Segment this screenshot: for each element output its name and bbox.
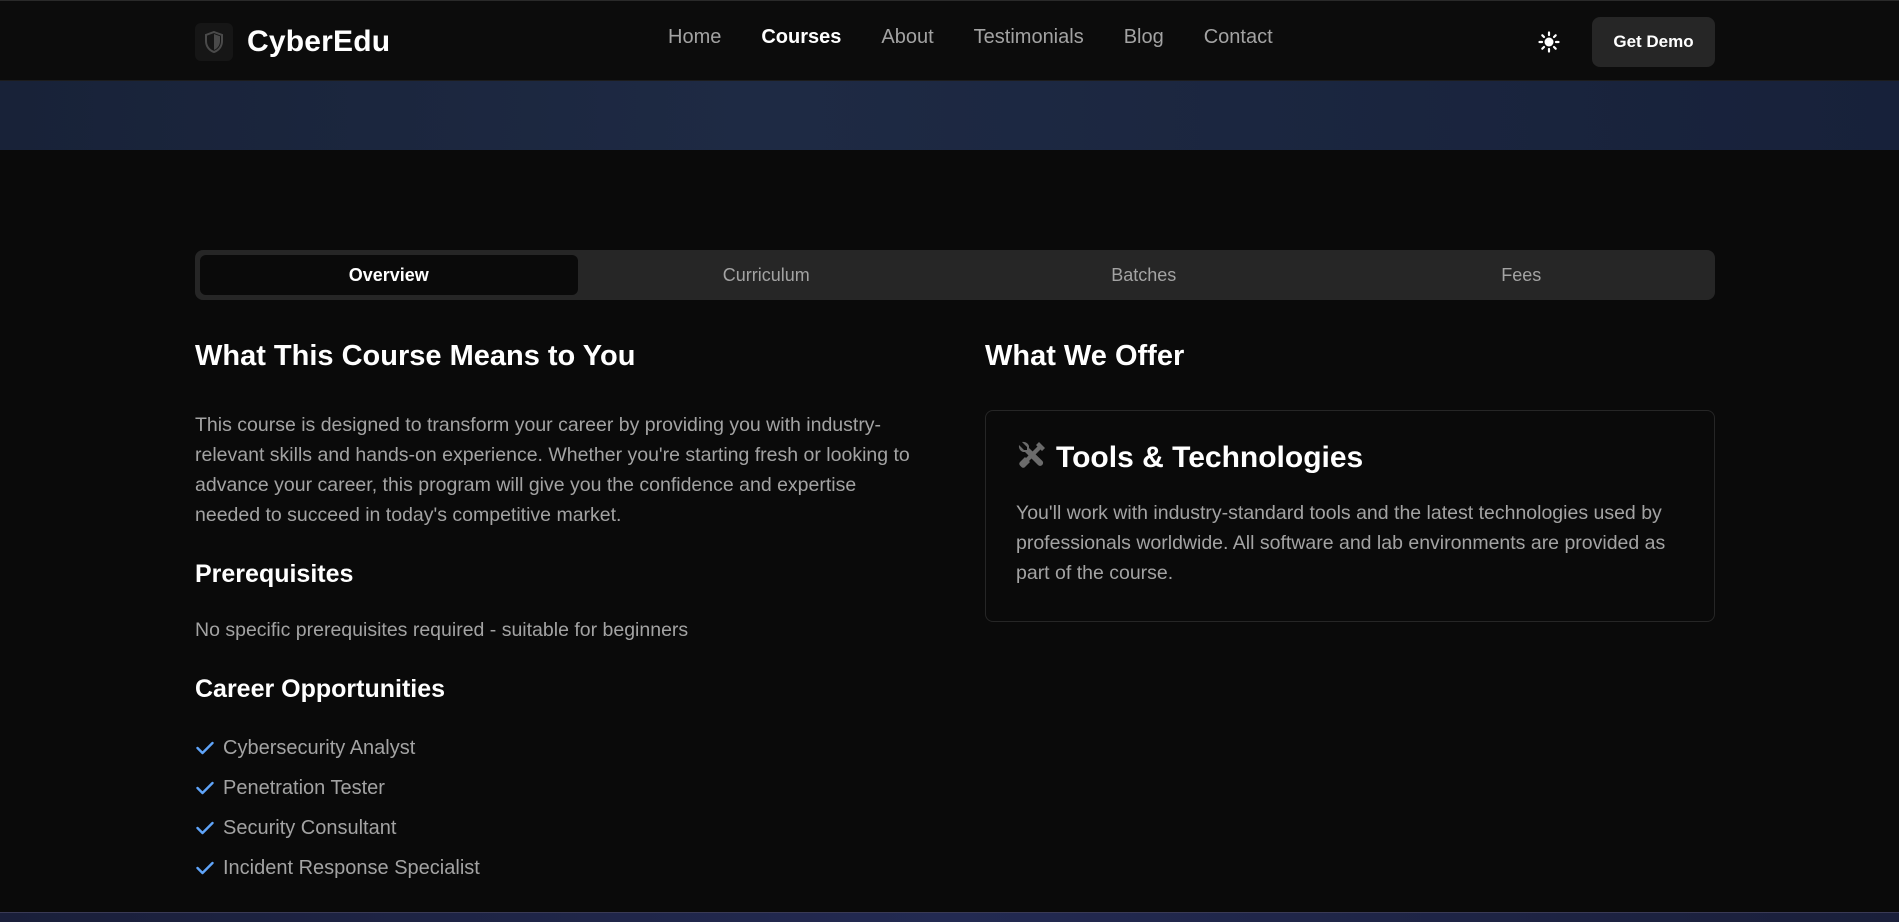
tab-overview[interactable]: Overview [200, 255, 578, 295]
card-title: Tools & Technologies [1056, 440, 1364, 474]
list-item: Incident Response Specialist [195, 848, 480, 888]
list-item: Penetration Tester [195, 768, 480, 808]
nav-link-blog[interactable]: Blog [1124, 26, 1164, 49]
nav-link-contact[interactable]: Contact [1204, 26, 1273, 49]
prerequisites-text: No specific prerequisites required - sui… [195, 619, 689, 641]
tools-icon [1016, 439, 1048, 476]
course-tabs: Overview Curriculum Batches Fees [195, 250, 1715, 300]
list-item: Cybersecurity Analyst [195, 728, 480, 768]
career-heading: Career Opportunities [195, 675, 446, 703]
top-navbar: CyberEdu Home Courses About Testimonials… [0, 0, 1899, 81]
check-icon [195, 818, 215, 838]
taskbar-edge [0, 912, 1899, 922]
nav-link-testimonials[interactable]: Testimonials [974, 26, 1084, 49]
tab-batches[interactable]: Batches [955, 255, 1333, 295]
check-icon [195, 778, 215, 798]
brand-name: CyberEdu [247, 25, 391, 58]
nav-link-about[interactable]: About [881, 26, 933, 49]
tab-fees[interactable]: Fees [1333, 255, 1711, 295]
card-header: Tools & Technologies [1016, 439, 1684, 476]
card-text: You'll work with industry-standard tools… [1016, 502, 1666, 584]
offer-card: Tools & Technologies You'll work with in… [985, 410, 1715, 622]
nav-link-home[interactable]: Home [668, 26, 721, 49]
overview-section: What This Course Means to You This cours… [195, 340, 925, 879]
get-demo-button[interactable]: Get Demo [1592, 17, 1715, 67]
sun-icon [1538, 31, 1560, 53]
hero-banner [0, 81, 1899, 150]
overview-heading: What This Course Means to You [195, 340, 636, 372]
theme-toggle-button[interactable] [1535, 29, 1563, 55]
check-icon [195, 858, 215, 878]
check-icon [195, 738, 215, 758]
career-list: Cybersecurity Analyst Penetration Tester… [195, 728, 480, 888]
overview-intro: This course is designed to transform you… [195, 414, 910, 526]
main-nav: Home Courses About Testimonials Blog Con… [668, 26, 1313, 49]
offer-heading: What We Offer [985, 340, 1185, 372]
prerequisites-heading: Prerequisites [195, 560, 354, 588]
list-item: Security Consultant [195, 808, 480, 848]
career-label: Incident Response Specialist [223, 856, 480, 879]
career-label: Cybersecurity Analyst [223, 736, 416, 759]
career-label: Security Consultant [223, 816, 397, 839]
offer-section: What We Offer Tools & Technologies You'l… [985, 340, 1715, 622]
tab-curriculum[interactable]: Curriculum [578, 255, 956, 295]
nav-link-courses[interactable]: Courses [761, 26, 841, 49]
brand[interactable]: CyberEdu [195, 21, 390, 63]
career-label: Penetration Tester [223, 776, 385, 799]
shield-icon [195, 23, 233, 61]
